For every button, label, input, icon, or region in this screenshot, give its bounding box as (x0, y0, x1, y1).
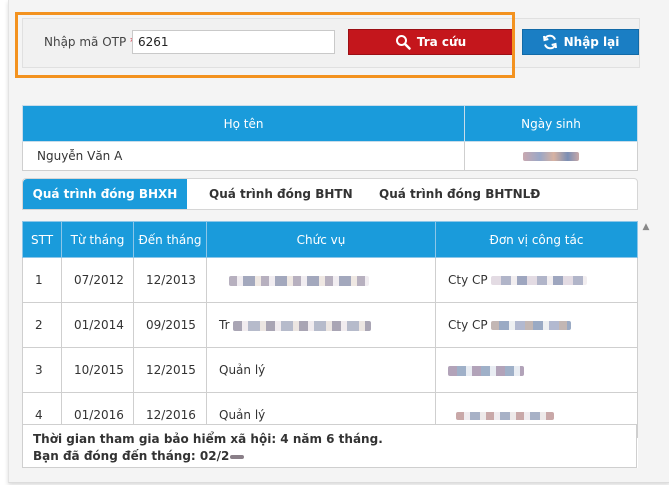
blurred-unit (456, 411, 554, 420)
birthdate-value-redacted (464, 141, 638, 171)
position-column-header: Chức vụ (206, 221, 436, 258)
tab-bhxh[interactable]: Quá trình đóng BHXH (23, 179, 187, 209)
insurance-duration: Thời gian tham gia bảo hiểm xã hội: 4 nă… (33, 432, 383, 446)
person-info-table: Họ tên Ngày sinh Nguyễn Văn A (22, 105, 638, 171)
tab-bar: Quá trình đóng BHXH Quá trình đóng BHTN … (22, 178, 638, 210)
row-unit: Cty CP (435, 302, 638, 348)
blurred-position (233, 320, 372, 331)
row-from: 10/2015 (61, 347, 134, 393)
blurred-unit (448, 365, 524, 376)
row-position: Tr (206, 302, 436, 348)
row-stt: 2 (22, 302, 62, 348)
otp-highlight-frame (15, 12, 515, 78)
paid-until-text: Bạn đã đóng đến tháng: 02/2 (33, 449, 230, 463)
scroll-up-arrow[interactable]: ▲ (641, 221, 651, 233)
row-from: 01/2014 (61, 302, 134, 348)
row-from: 07/2012 (61, 257, 134, 303)
tab-bhtnld[interactable]: Quá trình đóng BHTNLĐ (379, 179, 540, 209)
row-position-redacted (206, 257, 436, 303)
unit-column-header: Đơn vị công tác (435, 221, 638, 258)
table-row: 3 10/2015 12/2015 Quản lý (22, 347, 638, 393)
row-position-text: Tr (219, 318, 230, 332)
reset-button[interactable]: Nhập lại (522, 29, 639, 55)
row-unit: Cty CP (435, 257, 638, 303)
name-column-header: Họ tên (22, 105, 465, 142)
table-row: 1 07/2012 12/2013 Cty CP (22, 257, 638, 303)
tab-bhtn[interactable]: Quá trình đóng BHTN (209, 179, 353, 209)
contribution-table: STT Từ tháng Đến tháng Chức vụ Đơn vị cô… (22, 221, 638, 438)
blurred-birthdate (522, 152, 579, 161)
person-name: Nguyễn Văn A (22, 141, 465, 171)
row-to: 12/2013 (133, 257, 207, 303)
blurred-position (229, 275, 369, 286)
blurred-unit (491, 321, 572, 330)
from-month-column-header: Từ tháng (61, 221, 134, 258)
row-stt: 1 (22, 257, 62, 303)
to-month-column-header: Đến tháng (133, 221, 207, 258)
row-position: Quản lý (206, 347, 436, 393)
blurred-unit (491, 276, 588, 285)
table-row: 2 01/2014 09/2015 Tr Cty CP (22, 302, 638, 348)
summary-box: Thời gian tham gia bảo hiểm xã hội: 4 nă… (22, 424, 637, 468)
reset-button-label: Nhập lại (563, 35, 620, 49)
stt-column-header: STT (22, 221, 62, 258)
row-unit-redacted (435, 347, 638, 393)
row-unit-text: Cty CP (448, 273, 488, 287)
row-to: 12/2015 (133, 347, 207, 393)
row-unit-text: Cty CP (448, 318, 488, 332)
row-to: 09/2015 (133, 302, 207, 348)
paid-until: Bạn đã đóng đến tháng: 02/2 (33, 448, 626, 465)
refresh-icon (542, 34, 557, 50)
row-stt: 3 (22, 347, 62, 393)
blurred-date (230, 454, 245, 459)
birthdate-column-header: Ngày sinh (464, 105, 638, 142)
